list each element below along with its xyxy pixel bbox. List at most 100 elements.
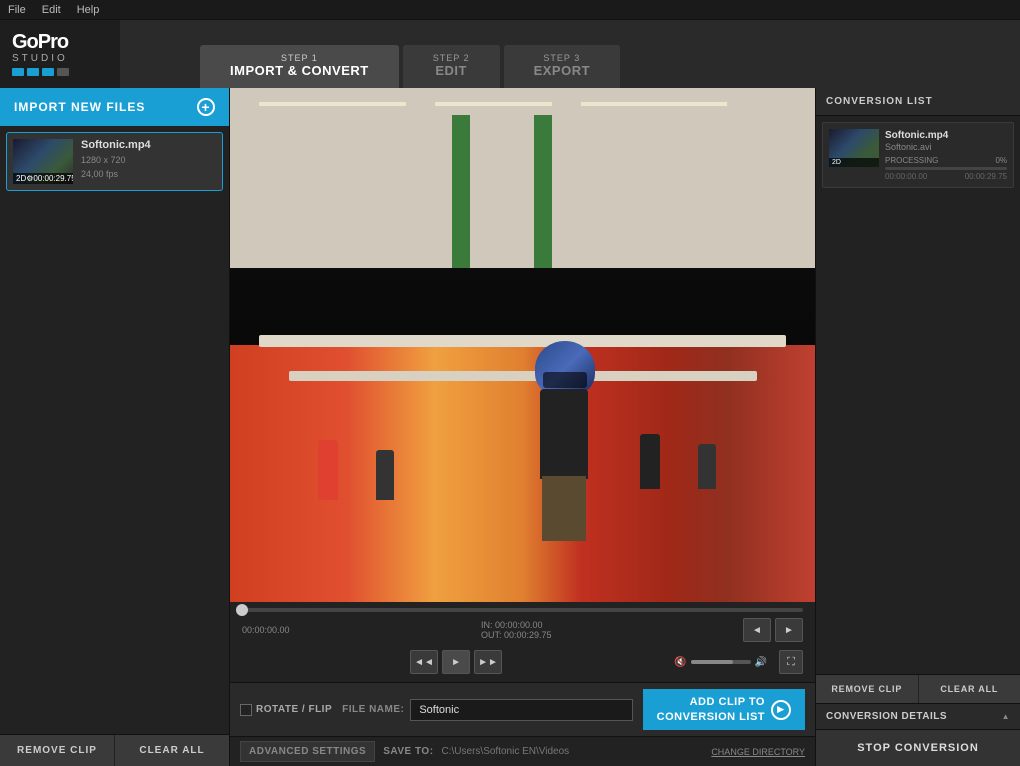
- conv-badge: 2D: [832, 159, 841, 166]
- person-body: [540, 389, 588, 479]
- menu-help[interactable]: Help: [77, 4, 100, 16]
- transport-controls: ◄◄ ► ►► 🔇 🔊 ⛶: [242, 646, 803, 678]
- add-clip-line1: ADD CLIP TO: [657, 695, 765, 709]
- file-info: Softonic.mp4 1280 x 720 24,00 fps: [81, 139, 216, 181]
- saveto-path: C:\Users\Softonic EN\Videos: [442, 746, 704, 757]
- right-remove-clip-button[interactable]: REMOVE CLIP: [816, 675, 919, 703]
- volume-bar[interactable]: [691, 660, 751, 664]
- logo-dot-2: [27, 68, 39, 76]
- saveto-row: ADVANCED SETTINGS SAVE TO: C:\Users\Soft…: [230, 736, 815, 766]
- timeline-handle[interactable]: [236, 604, 248, 616]
- conv-time-2: 00:00:29.75: [965, 172, 1007, 181]
- volume-max-icon: 🔊: [755, 657, 767, 668]
- conv-time-1: 00:00:00.00: [885, 172, 927, 181]
- out-point: OUT: 00:00:29.75: [481, 630, 552, 640]
- conv-name-2: Softonic.avi: [885, 142, 1007, 152]
- steps-nav: STEP 1 IMPORT & CONVERT STEP 2 EDIT STEP…: [120, 20, 1020, 88]
- right-bottom: REMOVE CLIP CLEAR ALL CONVERSION DETAILS…: [816, 674, 1020, 766]
- file-resolution: 1280 x 720: [81, 154, 216, 168]
- in-point: IN: 00:00:00.00: [481, 620, 552, 630]
- bg-person-2: [376, 450, 394, 500]
- menu-edit[interactable]: Edit: [42, 4, 61, 16]
- trim-in-button[interactable]: ◄: [743, 618, 771, 642]
- chevron-up-icon: ▲: [1002, 712, 1010, 721]
- rotate-flip-control[interactable]: ROTATE / FLIP: [240, 704, 332, 716]
- file-badge: 2D: [16, 174, 26, 183]
- bg-person-4: [698, 444, 716, 489]
- conv-progress-bar: [885, 167, 1007, 170]
- import-btn-label: IMPORT NEW FILES: [14, 100, 145, 114]
- tab-export[interactable]: STEP 3 EXPORT: [504, 45, 620, 88]
- remove-clip-button[interactable]: REMOVE CLIP: [0, 735, 115, 766]
- step-3-name: EXPORT: [534, 63, 590, 78]
- rotate-checkbox[interactable]: [240, 704, 252, 716]
- rewind-button[interactable]: ◄◄: [410, 650, 438, 674]
- bg-person-3: [640, 434, 660, 489]
- conv-status: PROCESSING: [885, 156, 938, 165]
- import-new-files-button[interactable]: IMPORT NEW FILES +: [0, 88, 229, 126]
- conv-name-1: Softonic.mp4: [885, 129, 1007, 142]
- volume-area: 🔇 🔊: [674, 657, 767, 668]
- step-1-name: IMPORT & CONVERT: [230, 63, 369, 78]
- person-legs: [542, 476, 586, 541]
- ceiling-light-2: [435, 102, 552, 106]
- rotate-label: ROTATE / FLIP: [256, 704, 332, 715]
- bottom-controls: ROTATE / FLIP FILE NAME: ADD CLIP TO CON…: [230, 682, 815, 736]
- conversion-details-row[interactable]: CONVERSION DETAILS ▲: [816, 704, 1020, 730]
- ceiling: [230, 88, 815, 268]
- file-item[interactable]: 2D ⚙ 00:00:29.75 Softonic.mp4 1280 x 720…: [6, 132, 223, 191]
- conversion-details-label: CONVERSION DETAILS: [826, 711, 947, 722]
- add-clip-text: ADD CLIP TO CONVERSION LIST: [657, 695, 765, 724]
- forward-button[interactable]: ►►: [474, 650, 502, 674]
- logo-dot-4: [57, 68, 69, 76]
- plus-icon: +: [197, 98, 215, 116]
- conv-time: 00:00:00.00 00:00:29.75: [885, 172, 1007, 181]
- conv-info: Softonic.mp4 Softonic.avi PROCESSING 0% …: [885, 129, 1007, 181]
- logo-area: GoPro STUDIO: [0, 20, 120, 88]
- volume-fill: [691, 660, 733, 664]
- add-clip-to-conversion-button[interactable]: ADD CLIP TO CONVERSION LIST ►: [643, 689, 805, 730]
- logo-dot-1: [12, 68, 24, 76]
- volume-icon: 🔇: [674, 657, 686, 668]
- top-area: GoPro STUDIO STEP 1 IMPORT & CONVERT STE…: [0, 20, 1020, 88]
- file-duration-thumb: 00:00:29.75: [33, 174, 73, 183]
- left-panel: IMPORT NEW FILES + 2D ⚙ 00:00:29.75 Soft…: [0, 88, 230, 766]
- file-list: 2D ⚙ 00:00:29.75 Softonic.mp4 1280 x 720…: [0, 126, 229, 734]
- clear-all-button[interactable]: CLEAR ALL: [115, 735, 229, 766]
- play-button[interactable]: ►: [442, 650, 470, 674]
- timeline-bar[interactable]: [242, 608, 803, 612]
- advanced-settings-button[interactable]: ADVANCED SETTINGS: [240, 741, 375, 762]
- step-2-num: STEP 2: [433, 53, 470, 63]
- step-3-num: STEP 3: [534, 53, 590, 63]
- video-frame: [230, 88, 815, 602]
- trim-out-button[interactable]: ►: [775, 618, 803, 642]
- left-bottom-bar: REMOVE CLIP CLEAR ALL: [0, 734, 229, 766]
- change-directory-link[interactable]: CHANGE DIRECTORY: [711, 747, 805, 757]
- timeline-info: 00:00:00.00 IN: 00:00:00.00 OUT: 00:00:2…: [242, 618, 803, 642]
- file-thumb-overlay: 2D ⚙ 00:00:29.75: [13, 173, 73, 184]
- add-clip-line2: CONVERSION LIST: [657, 710, 765, 724]
- logo-dots: [12, 68, 69, 76]
- file-fps: 24,00 fps: [81, 168, 216, 182]
- logo-gopro: GoPro: [12, 32, 68, 52]
- conversion-item[interactable]: 2D Softonic.mp4 Softonic.avi PROCESSING …: [822, 122, 1014, 188]
- conversion-items: 2D Softonic.mp4 Softonic.avi PROCESSING …: [816, 116, 1020, 674]
- bg-person-1: [318, 440, 338, 500]
- ceiling-light-1: [259, 102, 405, 106]
- center-panel: 00:00:00.00 IN: 00:00:00.00 OUT: 00:00:2…: [230, 88, 815, 766]
- right-btn-row: REMOVE CLIP CLEAR ALL: [816, 675, 1020, 704]
- filename-input[interactable]: [410, 699, 632, 721]
- ceiling-light-3: [581, 102, 727, 106]
- tab-edit[interactable]: STEP 2 EDIT: [403, 45, 500, 88]
- tab-import-convert[interactable]: STEP 1 IMPORT & CONVERT: [200, 45, 399, 88]
- helmet-person: [520, 341, 610, 541]
- fullscreen-button[interactable]: ⛶: [779, 650, 803, 674]
- right-clear-all-button[interactable]: CLEAR ALL: [919, 675, 1020, 703]
- video-preview: [230, 88, 815, 602]
- file-thumbnail: 2D ⚙ 00:00:29.75: [13, 139, 73, 184]
- stop-conversion-button[interactable]: STOP CONVERSION: [816, 730, 1020, 766]
- trim-buttons: ◄ ►: [743, 618, 803, 642]
- menu-file[interactable]: File: [8, 4, 26, 16]
- timeline-area: 00:00:00.00 IN: 00:00:00.00 OUT: 00:00:2…: [230, 602, 815, 682]
- step-2-name: EDIT: [433, 63, 470, 78]
